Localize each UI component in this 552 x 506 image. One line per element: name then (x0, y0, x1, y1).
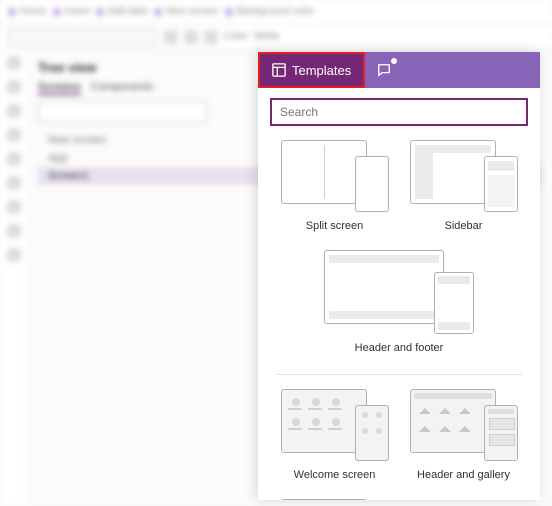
template-search-input[interactable] (270, 98, 528, 126)
tab-templates-label: Templates (292, 63, 351, 78)
tab-templates[interactable]: Templates (258, 52, 365, 88)
left-rail (0, 50, 28, 506)
template-split-screen[interactable]: Split screen (270, 140, 399, 232)
template-label: Welcome screen (294, 469, 376, 481)
template-label: Sidebar (445, 220, 483, 232)
section-divider (276, 374, 522, 375)
thumb-header-footer (324, 250, 474, 336)
thumb-more (281, 499, 389, 500)
template-header-gallery[interactable]: Header and gallery (399, 389, 528, 481)
template-label: Header and footer (355, 342, 444, 354)
thumb-sidebar (410, 140, 518, 214)
template-header-footer[interactable]: Header and footer (270, 250, 528, 354)
template-welcome-screen[interactable]: Welcome screen (270, 389, 399, 481)
template-sidebar[interactable]: Sidebar (399, 140, 528, 232)
template-label: Header and gallery (417, 469, 510, 481)
panel-tab-strip: Templates (258, 52, 540, 88)
template-more[interactable] (270, 499, 399, 500)
thumb-welcome (281, 389, 389, 463)
chat-icon (377, 63, 391, 77)
notification-badge (391, 58, 397, 64)
ribbon-tab-strip: Home Insert Add data New screen Backgrou… (0, 0, 552, 24)
template-label: Split screen (306, 220, 363, 232)
thumb-header-gallery (410, 389, 518, 463)
panel-body: Split screen Sidebar (258, 88, 540, 500)
formula-bar: Color White (0, 24, 552, 50)
templates-panel: Templates Split screen (258, 52, 540, 500)
thumb-split-screen (281, 140, 389, 214)
template-icon (272, 63, 286, 77)
tab-copilot[interactable] (365, 52, 403, 88)
